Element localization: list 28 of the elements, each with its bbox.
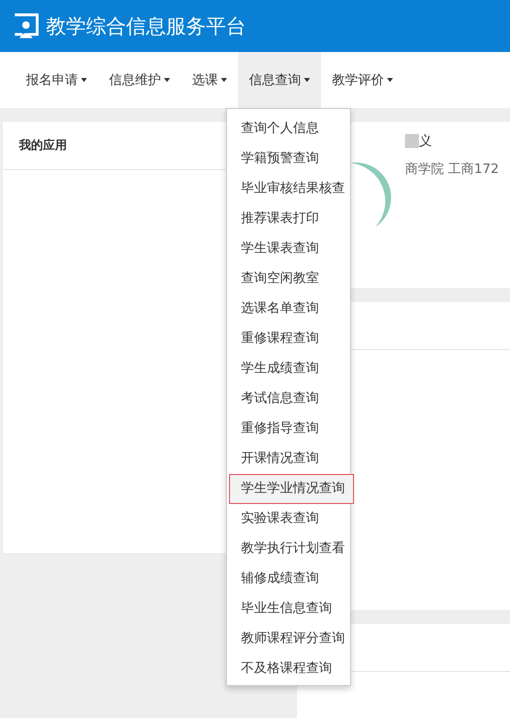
- user-name: 义: [419, 133, 432, 150]
- nav-tab[interactable]: 选课: [181, 52, 238, 108]
- menu-item[interactable]: 学生学业情况查询: [229, 474, 354, 504]
- menu-item[interactable]: 查询个人信息: [227, 114, 350, 144]
- menu-item[interactable]: 学生成绩查询: [227, 354, 350, 384]
- app-title: 教学综合信息服务平台: [46, 12, 246, 40]
- menu-item[interactable]: 毕业审核结果核查: [227, 174, 350, 204]
- menu-item[interactable]: 重修课程查询: [227, 324, 350, 354]
- menu-item[interactable]: 学生课表查询: [227, 234, 350, 264]
- menu-item[interactable]: 查询空闲教室: [227, 264, 350, 294]
- menu-item[interactable]: 学籍预警查询: [227, 144, 350, 174]
- menu-item[interactable]: 推荐课表打印: [227, 204, 350, 234]
- nav-tab[interactable]: 报名申请: [15, 52, 98, 108]
- menu-item[interactable]: 选课名单查询: [227, 294, 350, 324]
- menu-item[interactable]: 重修指导查询: [227, 414, 350, 444]
- card-title: 我的应用: [19, 137, 67, 154]
- menu-item[interactable]: 毕业生信息查询: [227, 594, 350, 624]
- menu-item[interactable]: 教师课程评分查询: [227, 624, 350, 654]
- menu-item[interactable]: 辅修成绩查询: [227, 564, 350, 594]
- menu-item[interactable]: 实验课表查询: [227, 504, 350, 534]
- nav-tab[interactable]: 信息查询: [238, 52, 321, 108]
- menu-item[interactable]: 教学执行计划查看: [227, 534, 350, 564]
- menu-item[interactable]: 考试信息查询: [227, 384, 350, 414]
- menu-item[interactable]: 开课情况查询: [227, 444, 350, 474]
- nav-tab[interactable]: 信息维护: [98, 52, 181, 108]
- user-class: 商学院 工商172: [405, 161, 499, 178]
- menu-item[interactable]: 不及格课程查询: [227, 654, 350, 684]
- nav-tab[interactable]: 教学评价: [321, 52, 404, 108]
